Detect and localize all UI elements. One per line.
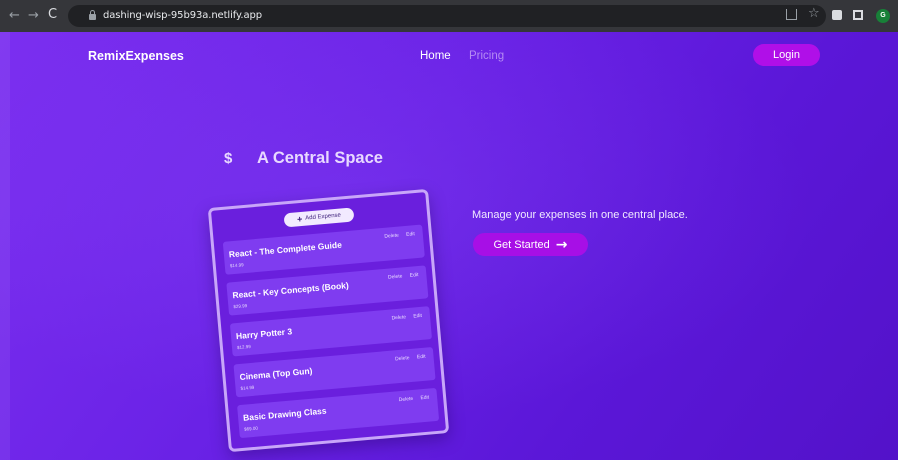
expenses-preview-card: + Add Expense React - The Complete Guide…: [207, 188, 450, 453]
edit-button[interactable]: Edit: [417, 354, 426, 361]
lock-icon[interactable]: [89, 10, 96, 20]
edit-button[interactable]: Edit: [410, 272, 419, 279]
url-text[interactable]: dashing-wisp-95b93a.netlify.app: [103, 10, 262, 21]
reload-icon[interactable]: C: [48, 7, 57, 22]
side-panel-icon[interactable]: [853, 10, 863, 20]
login-button[interactable]: Login: [753, 44, 820, 66]
expense-amount: $69.00: [243, 425, 259, 432]
expense-amount: $14.99: [240, 384, 255, 391]
expense-title: React - Key Concepts (Book): [232, 280, 350, 301]
edit-button[interactable]: Edit: [420, 395, 429, 402]
page: RemixExpenses Home Pricing Login $ A Cen…: [0, 32, 898, 460]
add-expense-button[interactable]: + Add Expense: [283, 207, 355, 228]
delete-button[interactable]: Delete: [384, 233, 399, 240]
expense-list: React - The Complete Guide $14.99 Delete…: [222, 224, 440, 446]
hero-title: A Central Space: [257, 149, 383, 167]
hero-tagline: Manage your expenses in one central plac…: [472, 209, 688, 221]
share-icon[interactable]: [786, 9, 797, 20]
dollar-icon: $: [224, 150, 233, 167]
expense-amount: $12.99: [236, 343, 251, 351]
expense-amount: $14.99: [229, 262, 244, 269]
nav-pricing[interactable]: Pricing: [469, 50, 504, 62]
add-expense-label: Add Expense: [305, 212, 342, 222]
delete-button[interactable]: Delete: [388, 273, 403, 280]
plus-icon: +: [296, 213, 303, 224]
get-started-label: Get Started: [493, 238, 550, 251]
expense-title: Harry Potter 3: [235, 326, 293, 342]
arrow-right-icon: →: [555, 236, 568, 253]
brand-logo[interactable]: RemixExpenses: [88, 49, 184, 63]
edit-button[interactable]: Edit: [406, 231, 415, 238]
back-arrow-icon[interactable]: ←: [9, 8, 20, 23]
list-item: Basic Drawing Class $69.00 Delete Edit: [237, 387, 440, 439]
page-edge-overlay: [0, 32, 10, 460]
edit-button[interactable]: Edit: [413, 313, 422, 320]
browser-toolbar: ← → C dashing-wisp-95b93a.netlify.app ☆ …: [0, 0, 898, 32]
expense-title: Cinema (Top Gun): [239, 365, 313, 382]
delete-button[interactable]: Delete: [391, 314, 406, 321]
delete-button[interactable]: Delete: [395, 355, 410, 362]
expense-title: Basic Drawing Class: [242, 405, 327, 423]
forward-arrow-icon[interactable]: →: [28, 8, 39, 23]
nav-home[interactable]: Home: [420, 50, 451, 62]
profile-avatar[interactable]: G: [876, 9, 890, 23]
get-started-button[interactable]: Get Started →: [473, 233, 588, 256]
expense-amount: $29.99: [233, 303, 248, 310]
delete-button[interactable]: Delete: [398, 396, 413, 403]
bookmark-star-icon[interactable]: ☆: [808, 6, 820, 21]
expense-title: React - The Complete Guide: [228, 239, 343, 260]
extensions-icon[interactable]: [832, 10, 842, 20]
